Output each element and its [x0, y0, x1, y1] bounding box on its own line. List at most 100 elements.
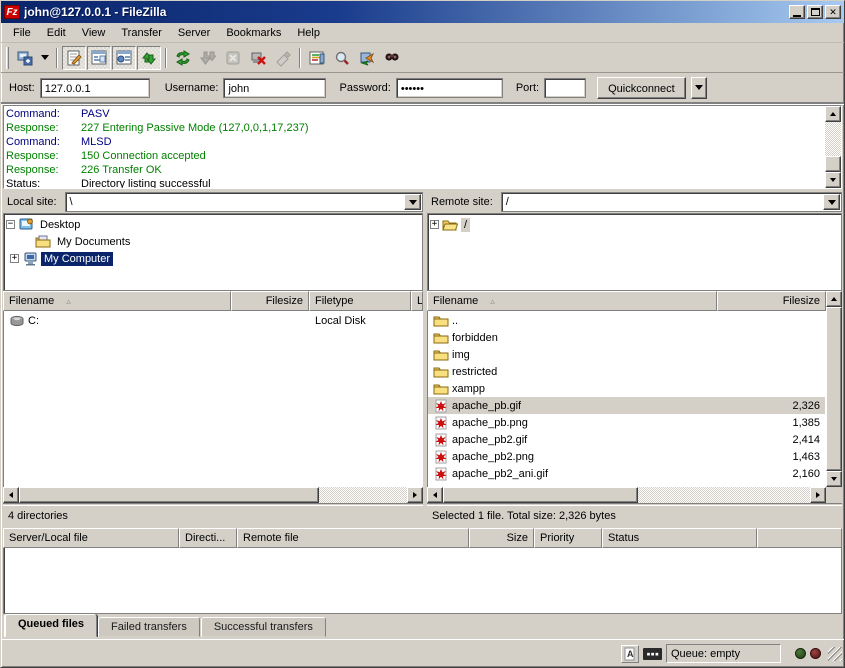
- menu-view[interactable]: View: [74, 25, 114, 41]
- local-file-list[interactable]: C: Local Disk: [3, 311, 423, 487]
- column-header-server-local-file[interactable]: Server/Local file: [3, 528, 179, 548]
- file-row[interactable]: apache_pb.png 1,385: [428, 414, 825, 431]
- chevron-down-icon[interactable]: [823, 194, 840, 210]
- menu-file[interactable]: File: [5, 25, 39, 41]
- toggle-transfer-queue-icon[interactable]: [137, 46, 161, 70]
- file-row[interactable]: img: [428, 346, 825, 363]
- reconnect-icon[interactable]: [271, 46, 295, 70]
- scrollbar-thumb[interactable]: [19, 487, 319, 503]
- column-header-remote-file[interactable]: Remote file: [237, 528, 469, 548]
- menu-help[interactable]: Help: [289, 25, 328, 41]
- column-header-direction[interactable]: Directi...: [179, 528, 237, 548]
- scrollbar-thumb[interactable]: [826, 307, 842, 471]
- resize-grip[interactable]: [828, 647, 842, 661]
- file-row[interactable]: xampp: [428, 380, 825, 397]
- port-input[interactable]: [544, 78, 586, 98]
- remote-site-combo[interactable]: /: [501, 192, 842, 212]
- close-button[interactable]: ✕: [825, 5, 841, 19]
- speed-limit-icon[interactable]: ▪▪▪: [643, 648, 662, 660]
- menu-transfer[interactable]: Transfer: [113, 25, 170, 41]
- directory-listing-filters-icon[interactable]: [305, 46, 329, 70]
- file-row[interactable]: ..: [428, 312, 825, 329]
- process-queue-icon[interactable]: [196, 46, 220, 70]
- local-site-value: \: [66, 196, 404, 208]
- quickconnect-dropdown-icon[interactable]: [691, 77, 707, 99]
- chevron-down-icon[interactable]: [404, 194, 421, 210]
- refresh-icon[interactable]: [171, 46, 195, 70]
- password-input[interactable]: [396, 78, 503, 98]
- column-header-priority[interactable]: Priority: [534, 528, 602, 548]
- local-directory-tree[interactable]: − Desktop: [3, 213, 423, 291]
- file-row[interactable]: apache_pb2.png 1,463: [428, 448, 825, 465]
- file-row-c-drive[interactable]: C: Local Disk: [4, 312, 422, 329]
- scroll-right-icon[interactable]: [810, 487, 826, 503]
- column-header-filetype[interactable]: Filetype: [309, 291, 411, 311]
- scroll-right-icon[interactable]: [407, 487, 423, 503]
- local-site-label: Local site:: [3, 194, 61, 210]
- title-bar[interactable]: Fz john@127.0.0.1 - FileZilla ✕: [1, 1, 844, 23]
- toggle-message-log-icon[interactable]: [62, 46, 86, 70]
- disconnect-icon[interactable]: [246, 46, 270, 70]
- tree-item-root[interactable]: + /: [430, 216, 841, 233]
- host-input[interactable]: [40, 78, 150, 98]
- tree-item-my-documents[interactable]: My Documents: [6, 233, 422, 250]
- local-horizontal-scrollbar[interactable]: [3, 487, 423, 503]
- tab-successful-transfers[interactable]: Successful transfers: [201, 617, 326, 637]
- site-manager-icon[interactable]: [13, 46, 37, 70]
- toggle-remote-tree-icon[interactable]: [112, 46, 136, 70]
- remote-horizontal-scrollbar[interactable]: [427, 487, 826, 503]
- scroll-up-icon[interactable]: [826, 291, 842, 307]
- scrollbar-thumb[interactable]: [443, 487, 638, 503]
- column-header-status[interactable]: Status: [602, 528, 757, 548]
- scroll-down-icon[interactable]: [825, 172, 841, 188]
- file-row[interactable]: apache_pb2_ani.gif 2,160: [428, 465, 825, 482]
- maximize-button[interactable]: [807, 5, 823, 19]
- column-header-filename[interactable]: Filename ▵: [427, 291, 717, 311]
- scroll-left-icon[interactable]: [427, 487, 443, 503]
- quickconnect-button[interactable]: Quickconnect: [597, 77, 686, 99]
- tab-failed-transfers[interactable]: Failed transfers: [98, 617, 200, 637]
- menu-bookmarks[interactable]: Bookmarks: [218, 25, 289, 41]
- synchronized-browsing-icon[interactable]: [355, 46, 379, 70]
- scroll-up-icon[interactable]: [825, 106, 841, 122]
- remote-vertical-scrollbar[interactable]: [826, 291, 842, 487]
- cancel-operation-icon[interactable]: [221, 46, 245, 70]
- column-header-lastmodified[interactable]: L: [411, 291, 423, 311]
- tree-item-desktop[interactable]: − Desktop: [6, 216, 422, 233]
- file-row[interactable]: apache_pb2.gif 2,414: [428, 431, 825, 448]
- file-row[interactable]: forbidden: [428, 329, 825, 346]
- message-log[interactable]: Command: PASV Response: 227 Entering Pas…: [4, 106, 825, 188]
- tab-queued-files[interactable]: Queued files: [5, 614, 97, 637]
- file-row[interactable]: restricted: [428, 363, 825, 380]
- log-line: Command: MLSD: [6, 135, 823, 149]
- minimize-button[interactable]: [789, 5, 805, 19]
- remote-directory-tree[interactable]: + /: [427, 213, 842, 291]
- site-manager-dropdown-icon[interactable]: [38, 46, 52, 70]
- column-header-filesize[interactable]: Filesize: [231, 291, 309, 311]
- queue-list[interactable]: [3, 548, 842, 614]
- local-site-combo[interactable]: \: [65, 192, 423, 212]
- file-row-selected[interactable]: apache_pb.gif 2,326: [428, 397, 825, 414]
- column-header-filesize[interactable]: Filesize: [717, 291, 826, 311]
- log-vertical-scrollbar[interactable]: [825, 106, 841, 188]
- tree-item-my-computer[interactable]: + My Computer: [6, 250, 422, 267]
- expand-icon[interactable]: +: [430, 220, 439, 229]
- username-input[interactable]: [223, 78, 326, 98]
- toggle-local-tree-icon[interactable]: [87, 46, 111, 70]
- remote-file-list[interactable]: .. forbidden: [427, 311, 826, 487]
- collapse-icon[interactable]: −: [6, 220, 15, 229]
- directory-comparison-icon[interactable]: [330, 46, 354, 70]
- scroll-down-icon[interactable]: [826, 471, 842, 487]
- find-files-icon[interactable]: [380, 46, 404, 70]
- file-name: apache_pb2.gif: [452, 434, 527, 446]
- menu-edit[interactable]: Edit: [39, 25, 74, 41]
- column-header-filename[interactable]: Filename ▵: [3, 291, 231, 311]
- transfer-type-icon[interactable]: A: [621, 645, 639, 663]
- expand-icon[interactable]: +: [10, 254, 19, 263]
- scroll-left-icon[interactable]: [3, 487, 19, 503]
- menu-server[interactable]: Server: [170, 25, 218, 41]
- file-size: 2,414: [792, 434, 820, 446]
- scrollbar-thumb[interactable]: [825, 156, 841, 172]
- transfer-queue-pane: Server/Local file Directi... Remote file…: [1, 526, 844, 614]
- column-header-size[interactable]: Size: [469, 528, 534, 548]
